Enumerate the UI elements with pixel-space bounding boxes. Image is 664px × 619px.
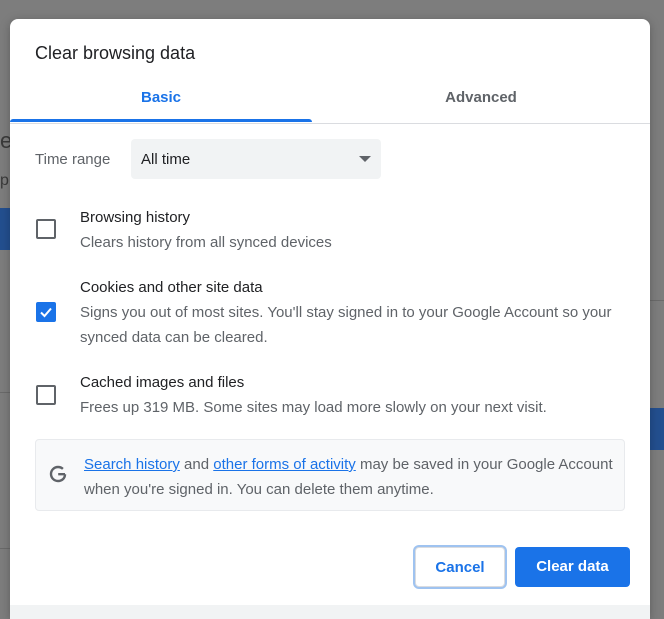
option-title: Browsing history — [80, 209, 191, 226]
tab-bar: Basic Advanced — [10, 85, 650, 123]
time-range-select[interactable]: All time — [131, 139, 381, 179]
search-history-link[interactable]: Search history — [84, 456, 180, 473]
option-description: Frees up 319 MB. Some sites may load mor… — [80, 399, 547, 416]
background-page-button — [650, 408, 664, 450]
time-range-label: Time range — [35, 151, 111, 168]
active-tab-indicator — [10, 119, 312, 122]
background-page-divider — [0, 392, 10, 393]
option-description: Signs you out of most sites. You'll stay… — [80, 304, 612, 346]
cancel-button[interactable]: Cancel — [415, 547, 505, 587]
tab-advanced-label: Advanced — [445, 89, 517, 106]
other-activity-link[interactable]: other forms of activity — [213, 456, 356, 473]
info-text: Search history and other forms of activi… — [84, 452, 614, 502]
google-g-icon — [49, 465, 67, 483]
checkmark-icon — [40, 307, 52, 318]
info-text-segment: and — [184, 456, 210, 473]
background-page-divider — [650, 300, 664, 301]
tab-basic[interactable]: Basic — [10, 85, 312, 123]
background-page-fragment: p — [0, 172, 9, 189]
clear-data-button[interactable]: Clear data — [515, 547, 630, 587]
option-description: Clears history from all synced devices — [80, 234, 332, 251]
clear-browsing-data-dialog: Clear browsing data Basic Advanced Time … — [10, 19, 650, 619]
browsing-history-checkbox[interactable] — [36, 219, 56, 239]
dropdown-arrow-icon — [359, 156, 371, 162]
activity-info-box: Search history and other forms of activi… — [35, 439, 625, 511]
dialog-footer — [10, 605, 650, 619]
tab-advanced[interactable]: Advanced — [330, 85, 632, 123]
background-page-button — [0, 208, 10, 250]
dialog-title: Clear browsing data — [35, 43, 196, 63]
option-title: Cached images and files — [80, 374, 245, 391]
cookies-checkbox[interactable] — [36, 302, 56, 322]
tab-basic-label: Basic — [140, 89, 182, 106]
background-page-divider — [0, 548, 10, 549]
tabs-divider — [10, 123, 650, 124]
cached-images-checkbox[interactable] — [36, 385, 56, 405]
option-title: Cookies and other site data — [80, 279, 263, 296]
time-range-value: All time — [141, 151, 191, 168]
